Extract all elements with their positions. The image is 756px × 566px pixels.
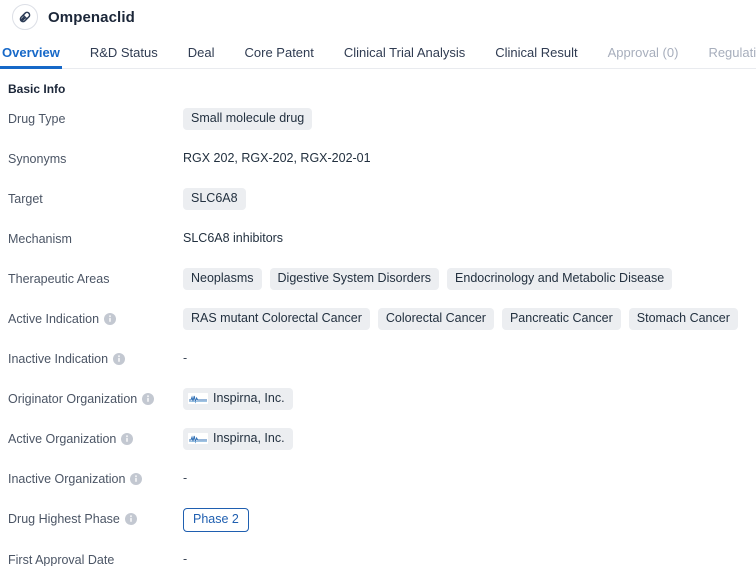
row-label-text: Drug Highest Phase	[8, 512, 120, 526]
row-value: Phase 2	[183, 508, 756, 532]
value-text: RGX 202, RGX-202, RGX-202-01	[183, 151, 371, 165]
empty-value: -	[183, 552, 188, 566]
page-title: Ompenaclid	[48, 8, 135, 26]
row-label-text: Active Organization	[8, 432, 117, 446]
drug-overview-page: Ompenaclid Overview R&D Status Deal Core…	[0, 0, 756, 566]
organization-logo-icon	[188, 433, 208, 444]
info-row-synonyms: Synonyms RGX 202, RGX-202, RGX-202-01	[0, 148, 756, 171]
row-value: Inspirna, Inc.	[183, 388, 756, 410]
row-label: Drug Type	[0, 108, 183, 129]
row-label: Therapeutic Areas	[0, 268, 183, 289]
info-row-mechanism: Mechanism SLC6A8 inhibitors	[0, 228, 756, 251]
row-label-text: Drug Type	[8, 112, 66, 126]
info-icon[interactable]	[104, 313, 117, 325]
row-label-text: Therapeutic Areas	[8, 272, 110, 286]
page-header: Ompenaclid	[0, 0, 756, 34]
row-value: RGX 202, RGX-202, RGX-202-01	[183, 148, 756, 168]
info-row-drug-type: Drug Type Small molecule drug	[0, 108, 756, 131]
value-tag[interactable]: Stomach Cancer	[628, 308, 738, 330]
row-label-text: Originator Organization	[8, 392, 138, 406]
phase-badge[interactable]: Phase 2	[183, 508, 249, 532]
overview-body: Basic Info Drug Type Small molecule drug S…	[0, 69, 756, 566]
row-label-text: Target	[8, 192, 43, 206]
organization-name: Inspirna, Inc.	[213, 391, 285, 405]
value-tag[interactable]: RAS mutant Colorectal Cancer	[183, 308, 370, 330]
row-label: Target	[0, 188, 183, 209]
row-value: RAS mutant Colorectal Cancer Colorectal C…	[183, 308, 756, 330]
row-label-text: Inactive Indication	[8, 352, 109, 366]
tab-overview[interactable]: Overview	[0, 46, 62, 69]
tab-core-patent[interactable]: Core Patent	[245, 46, 314, 68]
info-row-first-approval-date: First Approval Date -	[0, 549, 756, 566]
info-icon[interactable]	[121, 433, 134, 445]
tab-clinical-result[interactable]: Clinical Result	[495, 46, 577, 68]
value-tag[interactable]: Pancreatic Cancer	[501, 308, 621, 330]
organization-tag[interactable]: Inspirna, Inc.	[183, 388, 293, 410]
section-title-basic-info: Basic Info	[8, 82, 66, 96]
value-tag[interactable]: Endocrinology and Metabolic Disease	[447, 268, 673, 290]
row-value: -	[183, 468, 756, 488]
info-row-therapeutic-areas: Therapeutic Areas Neoplasms Digestive Syst…	[0, 268, 756, 291]
tab-regulation[interactable]: Regulation (0)	[708, 46, 756, 68]
organization-logo-icon	[188, 393, 208, 404]
empty-value: -	[183, 351, 188, 365]
info-icon[interactable]	[130, 473, 143, 485]
value-tag[interactable]: Digestive System Disorders	[269, 268, 440, 290]
row-label-text: First Approval Date	[8, 553, 115, 566]
row-value: SLC6A8 inhibitors	[183, 228, 756, 248]
info-row-inactive-organization: Inactive Organization -	[0, 468, 756, 491]
basic-info-rows: Drug Type Small molecule drug Synonyms RGX …	[0, 108, 756, 566]
tab-bar: Overview R&D Status Deal Core Patent Cli…	[0, 37, 756, 69]
row-value: -	[183, 348, 756, 368]
info-row-active-organization: Active Organization Inspirna, Inc.	[0, 428, 756, 451]
row-value: SLC6A8	[183, 188, 756, 210]
row-label: First Approval Date	[0, 549, 183, 566]
row-label: Inactive Indication	[0, 348, 183, 369]
info-row-drug-highest-phase: Drug Highest Phase Phase 2	[0, 508, 756, 532]
row-value: Neoplasms Digestive System Disorders Endoc…	[183, 268, 756, 290]
row-label: Inactive Organization	[0, 468, 183, 489]
organization-tag[interactable]: Inspirna, Inc.	[183, 428, 293, 450]
value-text: SLC6A8 inhibitors	[183, 231, 284, 245]
info-row-inactive-indication: Inactive Indication -	[0, 348, 756, 371]
row-label: Mechanism	[0, 228, 183, 249]
info-icon[interactable]	[124, 513, 137, 525]
row-label: Active Organization	[0, 428, 183, 449]
pill-icon	[12, 4, 38, 30]
row-label: Originator Organization	[0, 388, 183, 409]
tab-clinical-trial-analysis[interactable]: Clinical Trial Analysis	[344, 46, 465, 68]
info-row-originator-organization: Originator Organization Inspirna, Inc.	[0, 388, 756, 411]
value-tag[interactable]: Neoplasms	[183, 268, 262, 290]
row-value: -	[183, 549, 756, 566]
row-label: Drug Highest Phase	[0, 508, 183, 529]
empty-value: -	[183, 471, 188, 485]
row-value: Inspirna, Inc.	[183, 428, 756, 450]
info-icon[interactable]	[113, 353, 126, 365]
organization-name: Inspirna, Inc.	[213, 431, 285, 445]
row-value: Small molecule drug	[183, 108, 756, 130]
info-row-active-indication: Active Indication RAS mutant Colorectal C…	[0, 308, 756, 331]
row-label-text: Mechanism	[8, 232, 72, 246]
row-label-text: Active Indication	[8, 312, 100, 326]
row-label-text: Inactive Organization	[8, 472, 126, 486]
row-label-text: Synonyms	[8, 152, 67, 166]
row-label: Active Indication	[0, 308, 183, 329]
tab-rd-status[interactable]: R&D Status	[90, 46, 158, 68]
info-icon[interactable]	[142, 393, 155, 405]
tab-deal[interactable]: Deal	[188, 46, 215, 68]
value-tag[interactable]: Small molecule drug	[183, 108, 313, 130]
info-row-target: Target SLC6A8	[0, 188, 756, 211]
row-label: Synonyms	[0, 148, 183, 169]
value-tag[interactable]: SLC6A8	[183, 188, 246, 210]
tab-approval[interactable]: Approval (0)	[608, 46, 679, 68]
value-tag[interactable]: Colorectal Cancer	[377, 308, 494, 330]
